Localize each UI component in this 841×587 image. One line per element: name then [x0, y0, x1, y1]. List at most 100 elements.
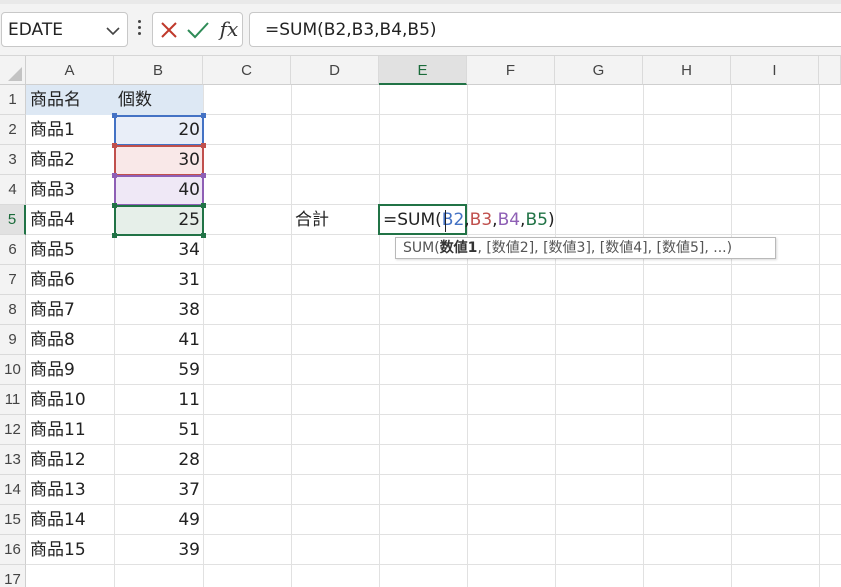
formula-ref-b4: B4 — [497, 210, 521, 230]
cell-a1[interactable]: 商品名 — [26, 85, 114, 115]
enter-icon[interactable] — [185, 18, 211, 42]
column-header-b[interactable]: B — [114, 56, 203, 85]
row-header-9[interactable]: 9 — [0, 325, 26, 355]
row-header-15[interactable]: 15 — [0, 505, 26, 535]
more-options-icon[interactable] — [135, 18, 143, 40]
gridline-vertical — [819, 85, 820, 587]
editing-cell-e5[interactable]: =SUM(B2,B3,B4,B5) — [378, 204, 555, 235]
gridline-vertical — [731, 85, 732, 587]
resize-handle[interactable] — [112, 203, 117, 208]
cancel-icon[interactable] — [157, 18, 181, 42]
cell-a12[interactable]: 商品11 — [26, 415, 114, 445]
cell-a9[interactable]: 商品8 — [26, 325, 114, 355]
row-header-13[interactable]: 13 — [0, 445, 26, 475]
cell-b9[interactable]: 41 — [114, 325, 203, 355]
text-caret — [445, 210, 446, 232]
cell-b13[interactable]: 28 — [114, 445, 203, 475]
column-header-filler — [819, 56, 841, 85]
row-header-10[interactable]: 10 — [0, 355, 26, 385]
cell-a4[interactable]: 商品3 — [26, 175, 114, 205]
cell-b6[interactable]: 34 — [114, 235, 203, 265]
row-header-1[interactable]: 1 — [0, 85, 26, 115]
resize-handle[interactable] — [201, 233, 206, 238]
cell-a3[interactable]: 商品2 — [26, 145, 114, 175]
tooltip-rest: , [数値2], [数値3], [数値4], [数値5], ...) — [477, 240, 733, 256]
tooltip-fn: SUM( — [403, 240, 440, 256]
ref-highlight-b4[interactable] — [114, 175, 204, 206]
cell-b15[interactable]: 49 — [114, 505, 203, 535]
column-header-a[interactable]: A — [26, 56, 114, 85]
row-header-6[interactable]: 6 — [0, 235, 26, 265]
formula-text: =SUM(B2,B3,B4,B5) — [265, 20, 437, 40]
cell-a5[interactable]: 商品4 — [26, 205, 114, 235]
column-header-i[interactable]: I — [731, 56, 819, 85]
resize-handle[interactable] — [201, 173, 206, 178]
row-header-17[interactable]: 17 — [0, 565, 26, 587]
row-header-2[interactable]: 2 — [0, 115, 26, 145]
resize-handle[interactable] — [201, 203, 206, 208]
cell-b8[interactable]: 38 — [114, 295, 203, 325]
cell-b12[interactable]: 51 — [114, 415, 203, 445]
select-all-icon[interactable] — [0, 56, 26, 85]
row-header-12[interactable]: 12 — [0, 415, 26, 445]
column-header-d[interactable]: D — [291, 56, 379, 85]
cell-a6[interactable]: 商品5 — [26, 235, 114, 265]
formula-suffix: ) — [547, 210, 555, 230]
row-header-8[interactable]: 8 — [0, 295, 26, 325]
formula-ref-b5: B5 — [525, 210, 548, 230]
gridline-vertical — [379, 85, 380, 587]
ref-highlight-b3[interactable] — [114, 145, 204, 176]
row-header-7[interactable]: 7 — [0, 265, 26, 295]
formula-prefix: =SUM( — [383, 210, 442, 230]
formula-ref-b3: B3 — [469, 210, 493, 230]
chevron-down-icon[interactable] — [105, 23, 121, 37]
function-icon[interactable]: fx — [217, 16, 241, 42]
cell-a11[interactable]: 商品10 — [26, 385, 114, 415]
cell-a7[interactable]: 商品6 — [26, 265, 114, 295]
formula-buttons: fx — [152, 12, 243, 47]
column-header-g[interactable]: G — [555, 56, 643, 85]
row-header-3[interactable]: 3 — [0, 145, 26, 175]
cell-d5[interactable]: 合計 — [291, 205, 379, 235]
spreadsheet-grid[interactable]: ABCDEFGHI 1 2 3 4 5 6 7 8 9 10 11 12 13 14 15 16 17 商品名商… — [0, 56, 841, 587]
cell-b7[interactable]: 31 — [114, 265, 203, 295]
name-box-value: EDATE — [8, 20, 63, 40]
row-header-14[interactable]: 14 — [0, 475, 26, 505]
gridline-vertical — [467, 85, 468, 587]
resize-handle[interactable] — [201, 113, 206, 118]
formula-input[interactable]: =SUM(B2,B3,B4,B5) — [249, 12, 841, 47]
cell-a15[interactable]: 商品14 — [26, 505, 114, 535]
cell-b11[interactable]: 11 — [114, 385, 203, 415]
resize-handle[interactable] — [112, 233, 117, 238]
cell-b1[interactable]: 個数 — [114, 85, 203, 115]
gridline-vertical — [643, 85, 644, 587]
column-header-f[interactable]: F — [467, 56, 555, 85]
row-header-11[interactable]: 11 — [0, 385, 26, 415]
editing-formula: =SUM(B2,B3,B4,B5) — [383, 210, 555, 230]
column-header-c[interactable]: C — [203, 56, 291, 85]
column-header-e[interactable]: E — [379, 56, 467, 85]
cell-a10[interactable]: 商品9 — [26, 355, 114, 385]
ref-highlight-b5[interactable] — [114, 205, 204, 236]
cell-a14[interactable]: 商品13 — [26, 475, 114, 505]
ref-highlight-b2[interactable] — [114, 115, 204, 146]
cell-b14[interactable]: 37 — [114, 475, 203, 505]
resize-handle[interactable] — [112, 143, 117, 148]
cell-a13[interactable]: 商品12 — [26, 445, 114, 475]
cell-a8[interactable]: 商品7 — [26, 295, 114, 325]
toolbar-top-strip — [0, 0, 841, 4]
resize-handle[interactable] — [201, 143, 206, 148]
row-header-16[interactable]: 16 — [0, 535, 26, 565]
cell-a16[interactable]: 商品15 — [26, 535, 114, 565]
cell-a2[interactable]: 商品1 — [26, 115, 114, 145]
resize-handle[interactable] — [112, 113, 117, 118]
column-header-h[interactable]: H — [643, 56, 731, 85]
cell-b10[interactable]: 59 — [114, 355, 203, 385]
row-header-5[interactable]: 5 — [0, 205, 26, 235]
function-tooltip[interactable]: SUM(数値1, [数値2], [数値3], [数値4], [数値5], ...… — [395, 237, 776, 259]
resize-handle[interactable] — [112, 173, 117, 178]
name-box[interactable]: EDATE — [1, 12, 128, 47]
cell-b16[interactable]: 39 — [114, 535, 203, 565]
row-header-4[interactable]: 4 — [0, 175, 26, 205]
gridline-vertical — [555, 85, 556, 587]
